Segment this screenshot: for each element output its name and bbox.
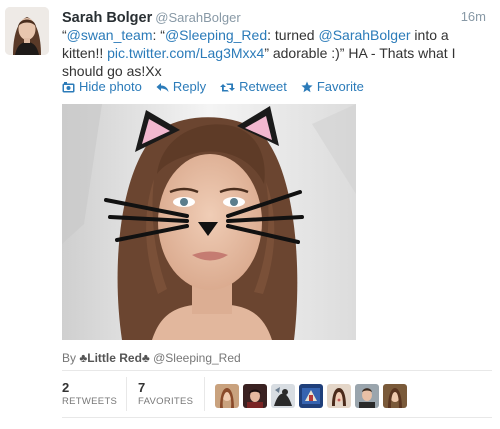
- reply-button[interactable]: Reply: [156, 78, 206, 96]
- retweets-count: 2: [62, 380, 70, 395]
- avatar[interactable]: [5, 7, 49, 55]
- hide-photo-button[interactable]: Hide photo: [62, 78, 142, 96]
- byline-name[interactable]: ♣Little Red♣: [79, 351, 149, 365]
- mention-sarah-bolger[interactable]: @SarahBolger: [318, 27, 410, 43]
- text-middle: : turned: [267, 27, 319, 43]
- reply-label: Reply: [172, 79, 207, 94]
- favorites-stat[interactable]: 7 FAVORITES: [138, 380, 193, 409]
- timestamp[interactable]: 16m: [461, 8, 486, 26]
- tweet-header: Sarah Bolger @SarahBolger 16m: [62, 8, 492, 26]
- author-username[interactable]: @SarahBolger: [155, 10, 240, 25]
- stats-divider: [126, 377, 127, 411]
- mention-sleeping-red[interactable]: @Sleeping_Red: [165, 27, 267, 43]
- tweet-stats: 2 RETWEETS 7 FAVORITES: [62, 370, 492, 418]
- tweet: Sarah Bolger @SarahBolger 16m “@swan_team…: [0, 0, 500, 429]
- photo-link[interactable]: pic.twitter.com/Lag3Mxx4: [107, 45, 264, 61]
- retweet-icon: [220, 82, 236, 93]
- favoriter-avatar[interactable]: [355, 384, 379, 408]
- tweet-text: “@swan_team: “@Sleeping_Red: turned @Sar…: [62, 26, 490, 80]
- retweet-button[interactable]: Retweet: [220, 78, 287, 96]
- favoriter-avatar[interactable]: [327, 384, 351, 408]
- favoriter-avatar[interactable]: [215, 384, 239, 408]
- favorites-label: FAVORITES: [138, 396, 194, 407]
- favoriter-avatar[interactable]: [383, 384, 407, 408]
- mention-swan-team[interactable]: @swan_team: [67, 27, 153, 43]
- favorite-label: Favorite: [316, 79, 364, 94]
- favoriters-avatars: [215, 384, 407, 408]
- favoriter-avatar[interactable]: [299, 384, 323, 408]
- favorite-button[interactable]: Favorite: [301, 78, 364, 96]
- byline-handle[interactable]: @Sleeping_Red: [153, 351, 241, 365]
- hide-photo-label: Hide photo: [79, 79, 142, 94]
- star-icon: [301, 81, 313, 93]
- favoriter-avatar[interactable]: [243, 384, 267, 408]
- byline-prefix: By: [62, 351, 77, 365]
- retweet-label: Retweet: [239, 79, 287, 94]
- colon-quote: : “: [152, 27, 165, 43]
- retweets-stat[interactable]: 2 RETWEETS: [62, 380, 117, 409]
- author-fullname[interactable]: Sarah Bolger: [62, 10, 152, 26]
- reply-arrow-icon: [156, 82, 169, 93]
- tweet-photo[interactable]: [62, 104, 356, 340]
- photo-icon: [62, 81, 75, 93]
- photo-byline: By ♣Little Red♣ @Sleeping_Red: [62, 350, 241, 366]
- favoriter-avatar[interactable]: [271, 384, 295, 408]
- stats-divider: [204, 377, 205, 411]
- tweet-actions: Hide photo Reply Retweet Favorite: [62, 78, 364, 96]
- retweets-label: RETWEETS: [62, 396, 118, 407]
- favorites-count: 7: [138, 380, 146, 395]
